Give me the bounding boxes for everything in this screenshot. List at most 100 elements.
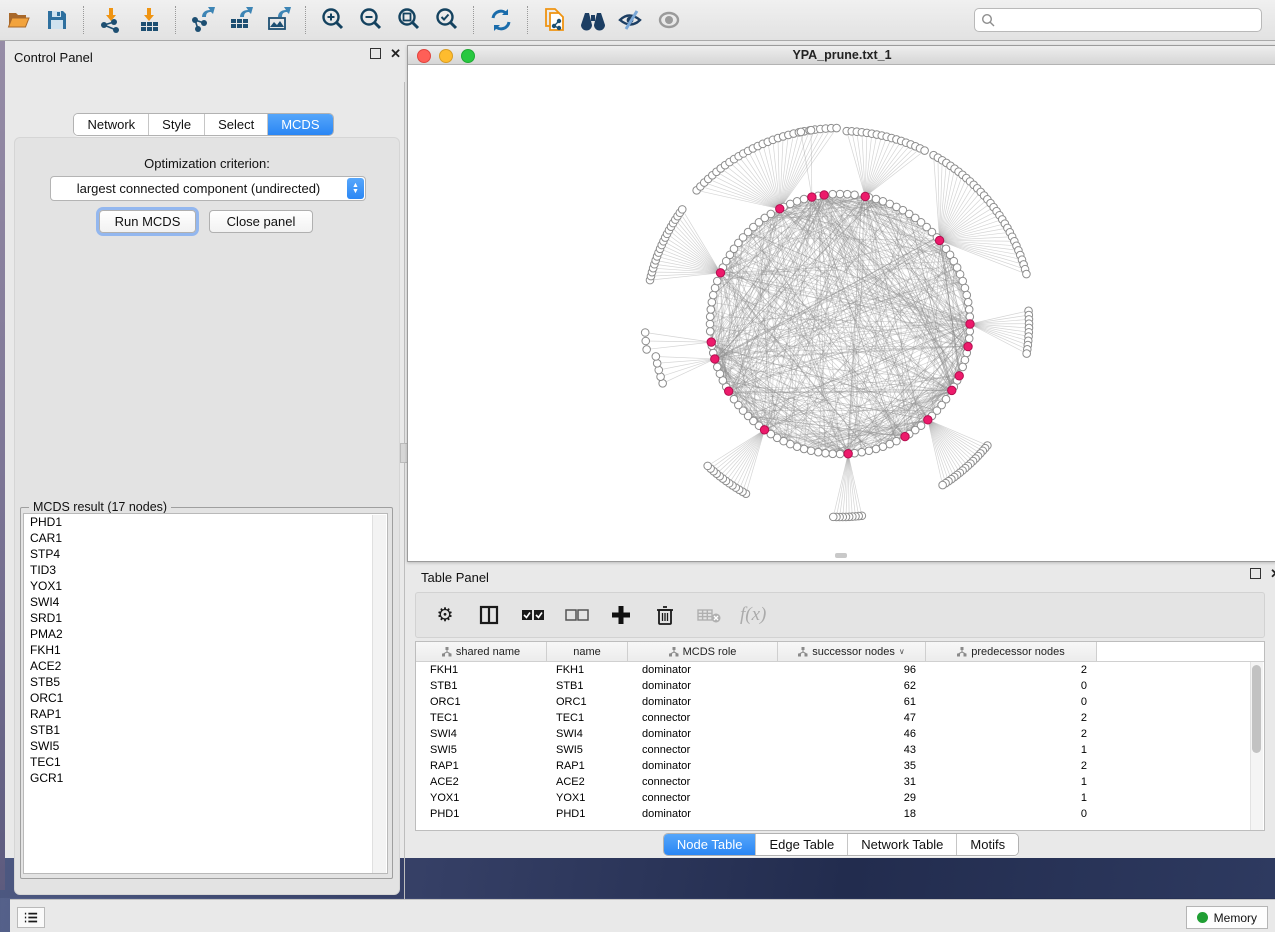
status-bar: Memory: [10, 899, 1275, 932]
show-panels-button[interactable]: [17, 907, 45, 928]
zoom-in-button[interactable]: [316, 4, 350, 36]
delete-table-button[interactable]: [696, 602, 722, 628]
mcds-result-item[interactable]: STP4: [24, 546, 387, 562]
mcds-result-list[interactable]: PHD1CAR1STP4TID3YOX1SWI4SRD1PMA2FKH1ACE2…: [23, 513, 388, 874]
delete-columns-button[interactable]: [652, 602, 678, 628]
maximize-window-icon[interactable]: [461, 49, 475, 63]
mcds-result-item[interactable]: STB1: [24, 722, 387, 738]
tab-motifs[interactable]: Motifs: [957, 834, 1018, 855]
mcds-result-item[interactable]: SRD1: [24, 610, 387, 626]
column-header-label: MCDS role: [683, 646, 737, 658]
table-options-button[interactable]: ⚙: [432, 602, 458, 628]
mcds-list-scrollbar[interactable]: [372, 515, 386, 874]
search-input[interactable]: [995, 12, 1255, 28]
close-table-panel-icon[interactable]: ✕: [1270, 569, 1275, 579]
zoom-selected-button[interactable]: [430, 4, 464, 36]
cell-name: TEC1: [547, 712, 628, 724]
column-header-MCDS-role[interactable]: MCDS role: [628, 642, 778, 661]
export-network-button[interactable]: [186, 4, 220, 36]
cell-name: SWI4: [547, 728, 628, 740]
mcds-tab-content: Optimization criterion: largest connecte…: [14, 137, 400, 895]
float-panel-icon[interactable]: [370, 48, 381, 59]
column-header-predecessor-nodes[interactable]: predecessor nodes: [926, 642, 1097, 661]
checked-boxes-icon: [521, 609, 545, 621]
close-window-icon[interactable]: [417, 49, 431, 63]
add-column-button[interactable]: [608, 602, 634, 628]
mcds-result-item[interactable]: TEC1: [24, 754, 387, 770]
export-image-button[interactable]: [262, 4, 296, 36]
mcds-result-item[interactable]: STB5: [24, 674, 387, 690]
import-network-button[interactable]: [94, 4, 128, 36]
hide-selected-button[interactable]: [614, 4, 648, 36]
optimization-criterion-select[interactable]: largest connected component (undirected)…: [50, 176, 366, 201]
first-neighbors-button[interactable]: [576, 4, 610, 36]
unselect-all-rows-button[interactable]: [564, 602, 590, 628]
import-table-button[interactable]: [132, 4, 166, 36]
save-session-button[interactable]: [40, 4, 74, 36]
table-row[interactable]: YOX1YOX1connector291: [416, 790, 1264, 806]
table-row[interactable]: RAP1RAP1dominator352: [416, 758, 1264, 774]
table-scrollbar-thumb[interactable]: [1252, 665, 1261, 753]
export-table-button[interactable]: [224, 4, 258, 36]
network-hscroll-thumb[interactable]: [835, 553, 847, 558]
float-table-panel-icon[interactable]: [1250, 568, 1261, 579]
mcds-result-item[interactable]: ORC1: [24, 690, 387, 706]
mcds-result-item[interactable]: RAP1: [24, 706, 387, 722]
network-canvas[interactable]: [408, 65, 1274, 560]
tab-network-table[interactable]: Network Table: [848, 834, 957, 855]
panel-splitter[interactable]: [404, 82, 405, 899]
cell-MCDS-role: connector: [628, 792, 778, 804]
mcds-result-item[interactable]: GCR1: [24, 770, 387, 786]
update-view-button[interactable]: [484, 4, 518, 36]
mcds-result-item[interactable]: ACE2: [24, 658, 387, 674]
mcds-result-item[interactable]: PMA2: [24, 626, 387, 642]
tab-style[interactable]: Style: [149, 114, 205, 135]
table-row[interactable]: STB1STB1dominator620: [416, 678, 1264, 694]
cell-successor-nodes: 43: [778, 744, 926, 756]
tab-network[interactable]: Network: [74, 114, 149, 135]
mcds-result-item[interactable]: TID3: [24, 562, 387, 578]
mcds-result-item[interactable]: SWI4: [24, 594, 387, 610]
new-network-from-selection-button[interactable]: [538, 4, 572, 36]
close-mcds-panel-button[interactable]: Close panel: [209, 210, 313, 233]
table-row[interactable]: FKH1FKH1dominator962: [416, 662, 1264, 678]
table-row[interactable]: ORC1ORC1dominator610: [416, 694, 1264, 710]
mcds-result-item[interactable]: CAR1: [24, 530, 387, 546]
mcds-result-item[interactable]: SWI5: [24, 738, 387, 754]
column-header-successor-nodes[interactable]: successor nodes∨: [778, 642, 926, 661]
mcds-result-item[interactable]: PHD1: [24, 514, 387, 530]
column-header-shared-name[interactable]: shared name: [416, 642, 547, 661]
table-row[interactable]: ACE2ACE2connector311: [416, 774, 1264, 790]
tab-edge-table[interactable]: Edge Table: [756, 834, 848, 855]
table-row[interactable]: SWI5SWI5connector431: [416, 742, 1264, 758]
table-row[interactable]: TEC1TEC1connector472: [416, 710, 1264, 726]
zoom-out-button[interactable]: [354, 4, 388, 36]
column-type-icon: [442, 647, 452, 657]
table-row[interactable]: SWI4SWI4dominator462: [416, 726, 1264, 742]
function-builder-label[interactable]: f(x): [740, 604, 766, 626]
memory-button[interactable]: Memory: [1186, 906, 1268, 929]
column-header-name[interactable]: name: [547, 642, 628, 661]
tab-node-table[interactable]: Node Table: [664, 834, 757, 855]
minimize-window-icon[interactable]: [439, 49, 453, 63]
tab-select[interactable]: Select: [205, 114, 268, 135]
search-box[interactable]: [974, 8, 1262, 32]
mcds-result-item[interactable]: FKH1: [24, 642, 387, 658]
show-column-button[interactable]: [476, 602, 502, 628]
cell-shared-name: RAP1: [416, 760, 547, 772]
zoom-fit-button[interactable]: [392, 4, 426, 36]
table-scrollbar[interactable]: [1250, 662, 1263, 830]
open-session-button[interactable]: [2, 4, 36, 36]
run-mcds-button[interactable]: Run MCDS: [99, 210, 196, 233]
network-graph[interactable]: [408, 65, 1274, 560]
select-all-rows-button[interactable]: [520, 602, 546, 628]
cell-MCDS-role: dominator: [628, 728, 778, 740]
network-window-titlebar[interactable]: YPA_prune.txt_1: [408, 46, 1275, 65]
tab-mcds[interactable]: MCDS: [268, 114, 332, 135]
mcds-result-item[interactable]: YOX1: [24, 578, 387, 594]
toolbar-separator: [527, 6, 529, 34]
close-panel-icon[interactable]: ✕: [390, 49, 401, 59]
table-row[interactable]: PHD1PHD1dominator180: [416, 806, 1264, 822]
show-all-button[interactable]: [652, 4, 686, 36]
optimization-criterion-label: Optimization criterion:: [15, 156, 399, 171]
